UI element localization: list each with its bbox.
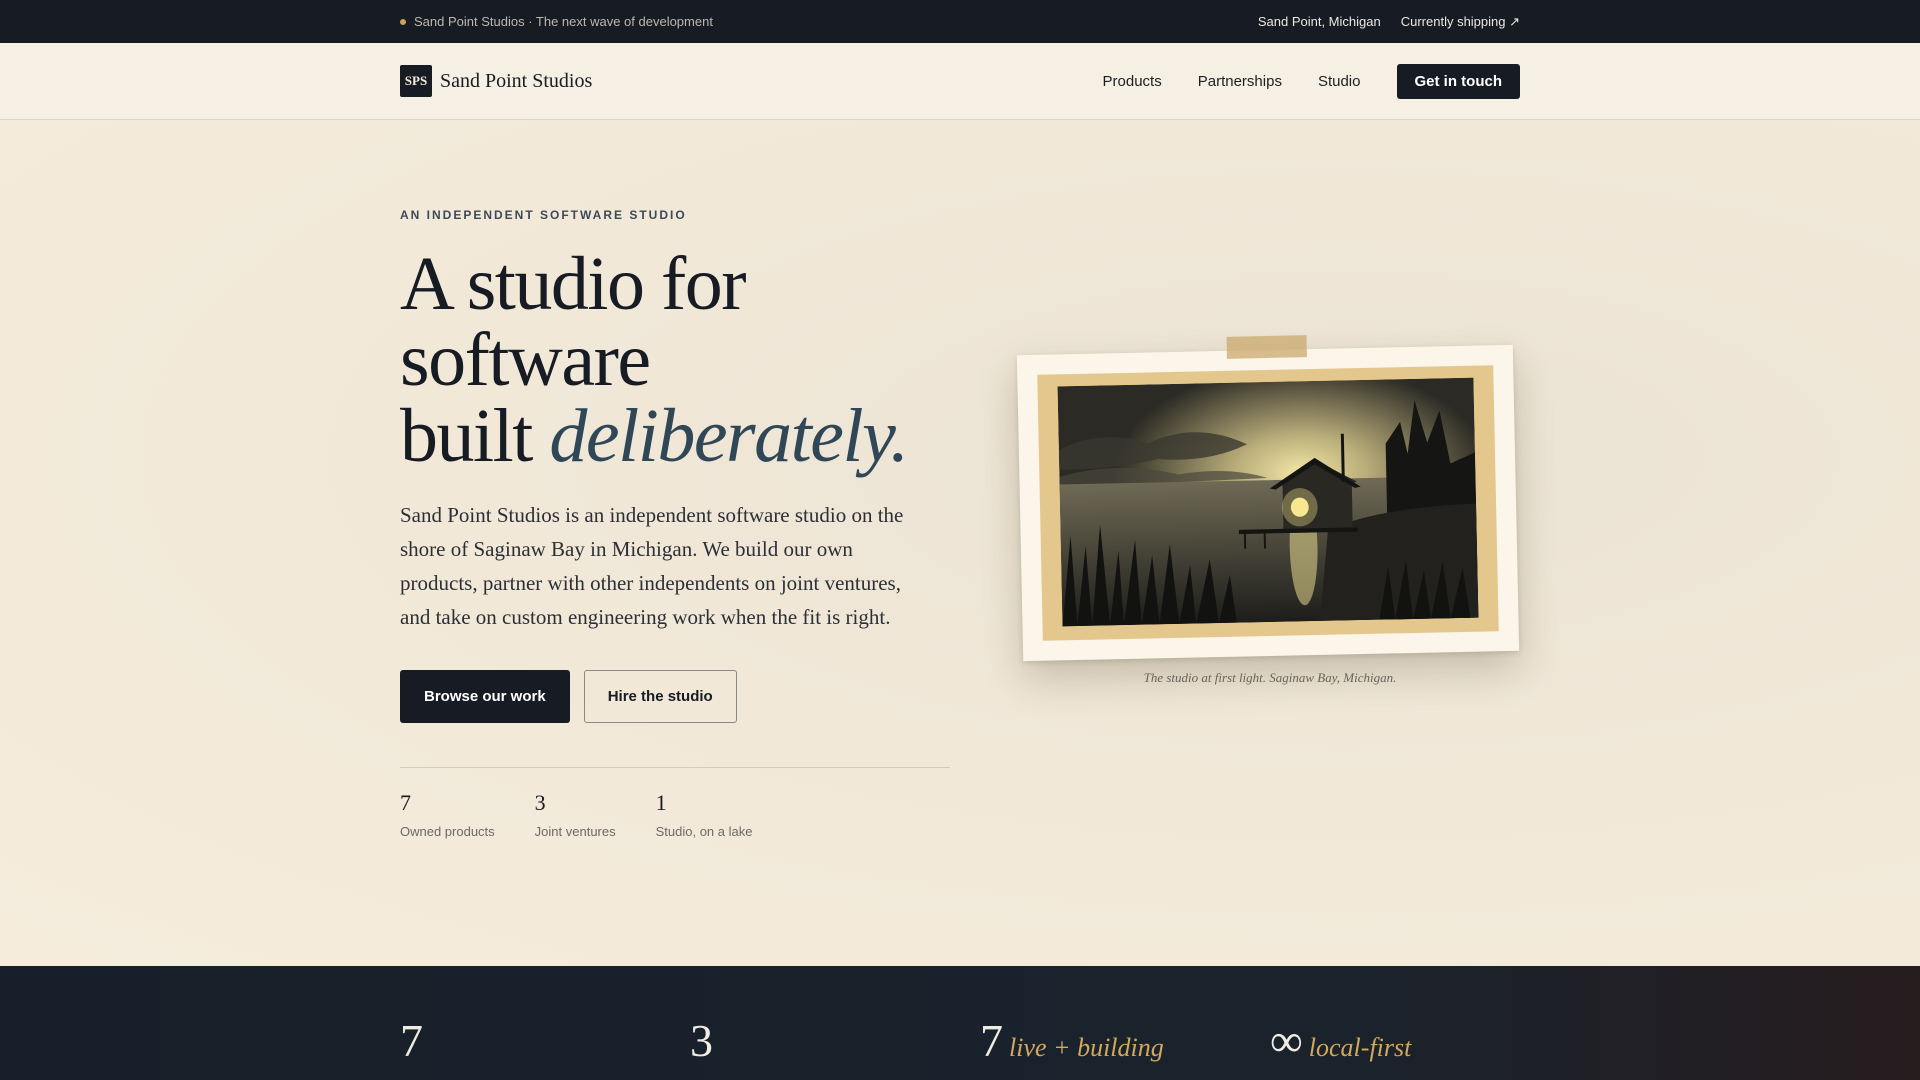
band-stat-text: local-first: [1308, 1033, 1412, 1062]
top-bar-right: Sand Point, Michigan Currently shipping …: [1258, 14, 1520, 30]
logo-mark: SPS: [400, 65, 432, 97]
status-dot-icon: [400, 18, 406, 25]
headline-line-1: A studio for: [400, 242, 747, 326]
stat-value: 7: [400, 790, 411, 815]
band-stat-2: 3: [690, 1018, 980, 1064]
nav-links: Products Partnerships Studio Get in touc…: [1103, 63, 1520, 99]
stat-joint-ventures: 3 Joint ventures: [535, 790, 616, 839]
headline-line-3: built: [400, 394, 550, 478]
studio-photo-card: The studio at first light. Saginaw Bay, …: [1016, 335, 1520, 686]
nav-link-studio[interactable]: Studio: [1318, 73, 1361, 90]
brand-name: Sand Point Studios: [440, 69, 593, 92]
headline-emphasis: deliberately.: [549, 394, 909, 478]
stat-value: 3: [534, 790, 546, 815]
main-nav: SPS Sand Point Studios Products Partners…: [0, 43, 1920, 120]
band-stat-text: live + building: [1009, 1033, 1164, 1062]
hire-the-studio-button[interactable]: Hire the studio: [583, 670, 737, 723]
stats-band: 7 3 7 live + building ∞ local-first: [0, 966, 1920, 1080]
stat-owned-products: 7 Owned products: [400, 790, 495, 839]
get-in-touch-button[interactable]: Get in touch: [1396, 63, 1520, 99]
photo-caption: The studio at first light. Saginaw Bay, …: [1143, 670, 1397, 685]
currently-shipping-link[interactable]: Currently shipping ↗: [1401, 14, 1520, 30]
hero-stats: 7 Owned products 3 Joint ventures 1 Stud…: [400, 767, 950, 839]
band-stat-value: ∞: [1270, 1015, 1303, 1066]
band-stat-value: 7: [980, 1015, 1003, 1066]
stat-studio: 1 Studio, on a lake: [656, 790, 753, 839]
band-stat-3: 7 live + building: [980, 1018, 1270, 1064]
top-bar-tagline: Sand Point Studios · The next wave of de…: [414, 14, 713, 29]
stat-label: Joint ventures: [534, 824, 616, 839]
top-bar-location: Sand Point, Michigan: [1257, 14, 1381, 29]
top-bar-tagline-group: Sand Point Studios · The next wave of de…: [400, 14, 713, 29]
brand-home-link[interactable]: SPS Sand Point Studios: [400, 65, 592, 97]
nav-link-products[interactable]: Products: [1103, 73, 1162, 90]
stat-label: Studio, on a lake: [655, 824, 753, 839]
stats-band-inner: 7 3 7 live + building ∞ local-first: [400, 1018, 1560, 1064]
hero-ctas: Browse our work Hire the studio: [400, 670, 960, 723]
tape-strip: [1226, 335, 1307, 359]
band-stat-value: 7: [400, 1015, 423, 1066]
stat-label: Owned products: [400, 824, 495, 839]
nav-link-partnerships[interactable]: Partnerships: [1198, 73, 1282, 90]
hero-headline: A studio for software built deliberately…: [400, 246, 960, 474]
top-bar: Sand Point Studios · The next wave of de…: [0, 0, 1920, 43]
hero-lede: Sand Point Studios is an independent sof…: [400, 503, 904, 629]
band-stat-4: ∞ local-first: [1270, 1018, 1560, 1064]
polaroid-frame: [1016, 335, 1520, 662]
band-stat-1: 7: [400, 1018, 690, 1064]
lake-studio-illustration: [1057, 377, 1479, 627]
hero-section: AN INDEPENDENT SOFTWARE STUDIO A studio …: [0, 120, 1920, 966]
headline-line-2: software: [400, 318, 651, 402]
band-stat-value: 3: [690, 1015, 713, 1066]
photo-mat: [1037, 365, 1499, 641]
hero-copy: AN INDEPENDENT SOFTWARE STUDIO A studio …: [400, 208, 960, 839]
hero-eyebrow: AN INDEPENDENT SOFTWARE STUDIO: [400, 208, 687, 222]
stat-value: 1: [655, 790, 667, 815]
browse-our-work-button[interactable]: Browse our work: [400, 670, 570, 723]
